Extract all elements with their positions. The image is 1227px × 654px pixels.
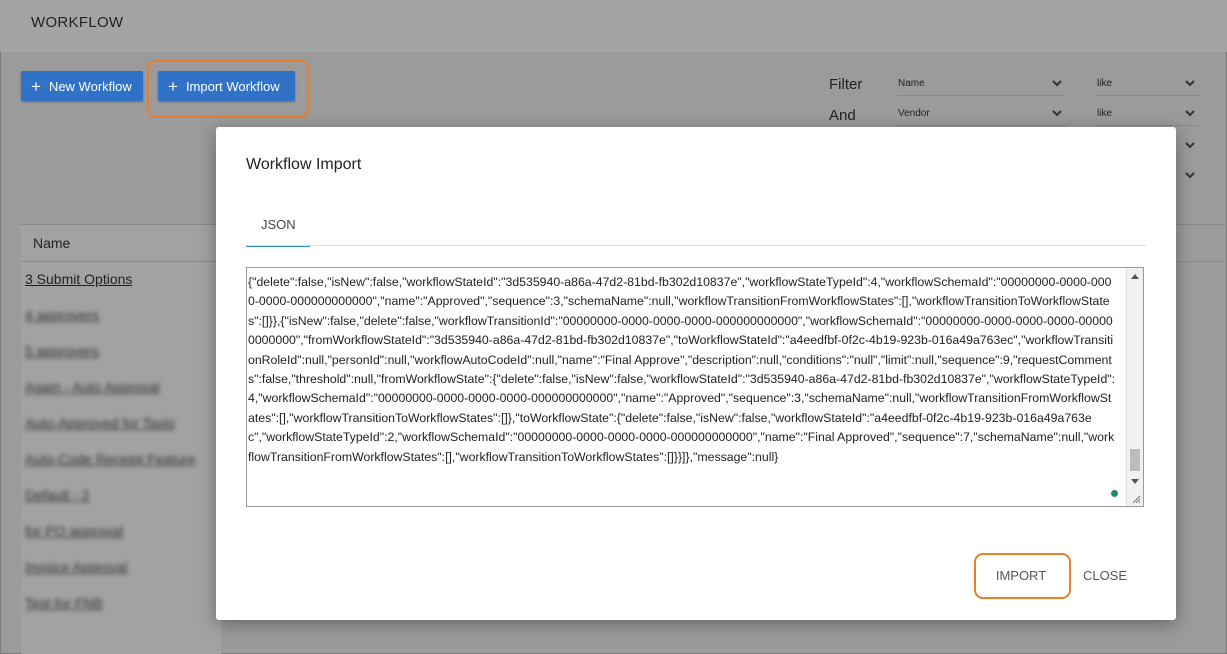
plus-icon: +	[31, 76, 41, 96]
filter-operator-value: like	[1097, 108, 1113, 119]
filter-field-value: Vendor	[898, 108, 930, 119]
filter-field-value: Name	[898, 78, 925, 89]
scroll-up-icon[interactable]	[1131, 274, 1139, 279]
chevron-down-icon[interactable]	[1183, 168, 1197, 182]
status-dot-icon	[1111, 490, 1118, 497]
import-button[interactable]: IMPORT	[986, 567, 1056, 584]
chevron-down-icon	[1185, 110, 1195, 117]
table-row-link[interactable]: Auto-Approved for Taxlo	[25, 415, 175, 431]
dialog-title: Workflow Import	[246, 156, 362, 173]
table-row-link[interactable]: 4 approvers	[25, 307, 99, 323]
table-row-link[interactable]: Test for FNB	[25, 595, 103, 611]
new-workflow-button[interactable]: + New Workflow	[21, 71, 143, 101]
and-label: And	[829, 107, 856, 124]
resize-grip-icon[interactable]	[1131, 494, 1141, 504]
filter-label: Filter	[829, 76, 863, 93]
workflow-import-dialog: Workflow Import JSON {"delete":false,"is…	[216, 127, 1176, 620]
filter-field-select-2[interactable]: Vendor	[898, 103, 1066, 126]
scrollbar[interactable]	[1126, 268, 1143, 506]
tab-divider	[246, 245, 1146, 246]
page-header: WORKFLOW	[0, 0, 1227, 52]
new-workflow-label: New Workflow	[48, 78, 132, 94]
import-workflow-label: Import Workflow	[185, 78, 280, 94]
table-body	[21, 224, 221, 654]
table-row-link[interactable]: Auto-Code Receipt Feature	[25, 451, 195, 467]
table-row-link[interactable]: Invoice Approval	[25, 559, 128, 575]
filter-operator-select-2[interactable]: like	[1097, 103, 1199, 126]
import-workflow-button[interactable]: + Import Workflow	[158, 71, 295, 101]
chevron-down-icon	[1185, 80, 1195, 87]
table-row-link[interactable]: for PO approval	[25, 523, 123, 539]
filter-field-select-1[interactable]: Name	[898, 73, 1066, 96]
json-textarea[interactable]: {"delete":false,"isNew":false,"workflowS…	[246, 267, 1144, 507]
page-title: WORKFLOW	[31, 14, 124, 31]
column-header-name[interactable]: Name	[33, 235, 70, 251]
table-row-link[interactable]: Default - 2	[25, 487, 90, 503]
table-row-link[interactable]: 3 Submit Options	[25, 271, 132, 287]
scrollbar-thumb[interactable]	[1130, 449, 1140, 471]
close-button[interactable]: CLOSE	[1076, 567, 1134, 584]
chevron-down-icon[interactable]	[1183, 138, 1197, 152]
scroll-down-icon[interactable]	[1131, 479, 1139, 484]
tab-json[interactable]: JSON	[246, 207, 310, 247]
filter-operator-select-1[interactable]: like	[1097, 73, 1199, 96]
tab-json-label: JSON	[261, 217, 296, 232]
chevron-down-icon	[1052, 110, 1062, 117]
json-text: {"delete":false,"isNew":false,"workflowS…	[248, 275, 1116, 464]
plus-icon: +	[168, 76, 178, 96]
chevron-down-icon	[1052, 80, 1062, 87]
filter-operator-value: like	[1097, 78, 1113, 89]
table-row-link[interactable]: 5 approvers	[25, 343, 99, 359]
table-row-link[interactable]: Again - Auto Approval	[25, 379, 160, 395]
